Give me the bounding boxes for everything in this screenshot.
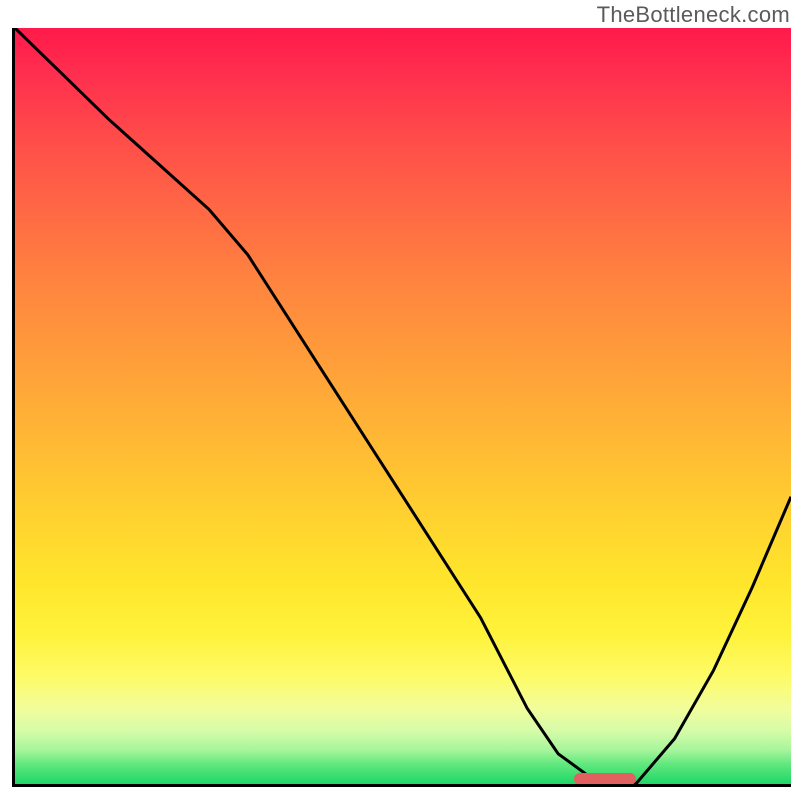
plot-area	[12, 28, 791, 787]
chart-container: TheBottleneck.com	[0, 0, 800, 800]
curve-path	[15, 28, 791, 784]
optimal-range-marker	[574, 773, 636, 785]
bottleneck-curve	[15, 28, 791, 784]
watermark-text: TheBottleneck.com	[597, 2, 790, 28]
